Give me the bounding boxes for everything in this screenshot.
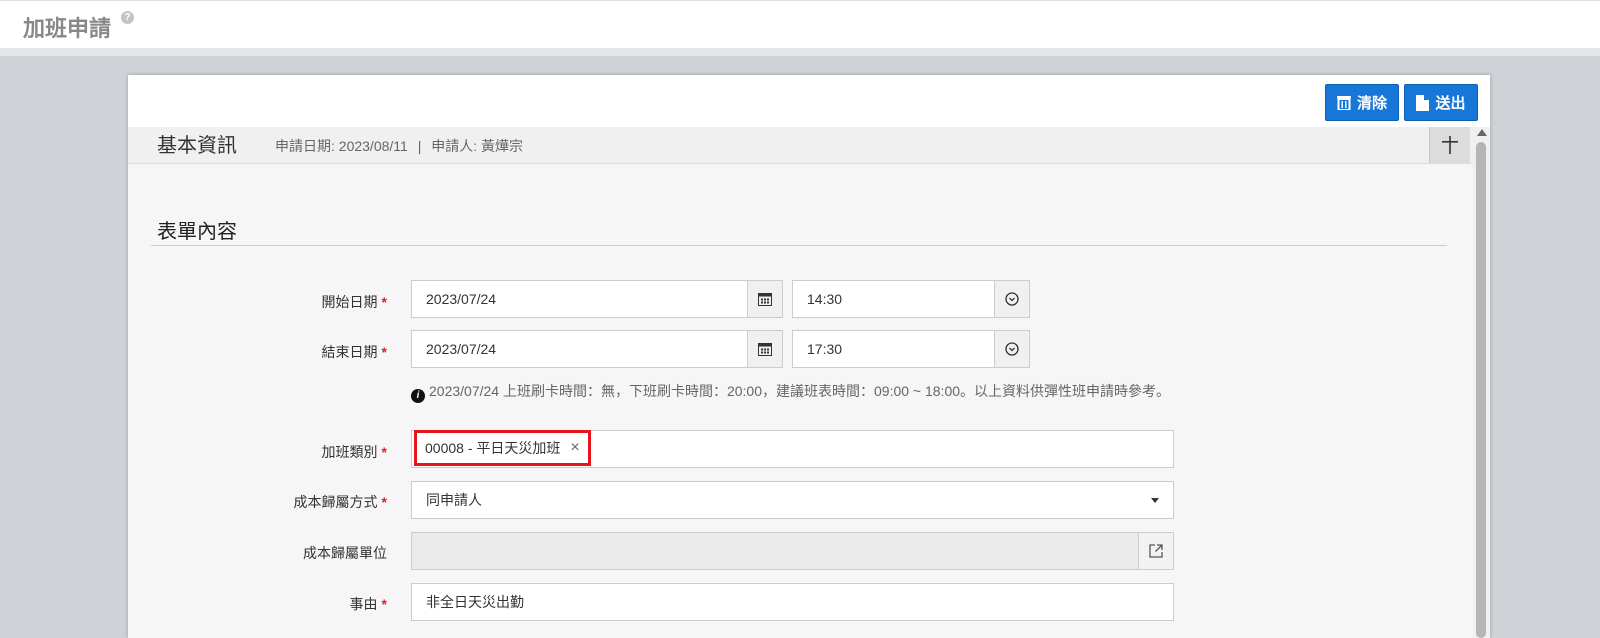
end-time-input[interactable]: 17:30	[792, 330, 1030, 368]
end-time-value: 17:30	[807, 341, 843, 357]
overtime-type-select[interactable]: 00008 - 平日天災加班 ×	[411, 430, 1174, 468]
required-mark: *	[381, 444, 387, 460]
basic-info-meta: 申請日期: 2023/08/11 | 申請人: 黃燁宗	[275, 136, 529, 156]
end-date-input[interactable]: 2023/07/24	[411, 330, 783, 368]
form-content: 基本資訊 申請日期: 2023/08/11 | 申請人: 黃燁宗 表單內容 開始…	[128, 127, 1473, 638]
scroll-up-arrow-icon[interactable]	[1477, 129, 1487, 136]
collapse-toggle-button[interactable]	[1429, 127, 1470, 163]
overtime-type-tag: 00008 - 平日天災加班 ×	[414, 430, 591, 466]
end-date-label: 結束日期 *	[128, 342, 387, 362]
clear-label: 清除	[1356, 95, 1387, 112]
required-mark: *	[381, 596, 387, 612]
start-date-calendar-button[interactable]	[747, 281, 782, 317]
start-date-label: 開始日期 *	[128, 292, 387, 312]
attendance-hint: i 2023/07/24 上班刷卡時間：無，下班刷卡時間：20:00，建議班表時間…	[411, 382, 1181, 403]
chevron-down-icon	[1151, 498, 1159, 503]
scroll-thumb[interactable]	[1476, 142, 1486, 638]
header-shadow	[0, 48, 1600, 56]
basic-info-bar: 基本資訊 申請日期: 2023/08/11 | 申請人: 黃燁宗	[128, 127, 1473, 164]
form-panel: 清除 送出 基本資訊 申請日期: 2023/08/11 | 申請人: 黃燁宗 表…	[128, 75, 1490, 638]
submit-button[interactable]: 送出	[1404, 84, 1478, 121]
info-icon: i	[411, 389, 425, 403]
cost-unit-label: 成本歸屬單位	[128, 543, 387, 563]
reason-value: 非全日天災出勤	[426, 594, 524, 610]
start-date-input[interactable]: 2023/07/24	[411, 280, 783, 318]
basic-info-title: 基本資訊	[157, 135, 237, 157]
start-time-clock-button[interactable]	[994, 281, 1029, 317]
overtime-type-label: 加班類別 *	[128, 442, 387, 462]
help-icon[interactable]: ?	[121, 11, 134, 24]
trash-icon	[1336, 96, 1351, 110]
cost-method-value: 同申請人	[426, 492, 482, 508]
cost-method-label: 成本歸屬方式 *	[128, 492, 387, 512]
overtime-type-value: 00008 - 平日天災加班	[425, 440, 561, 456]
required-mark: *	[381, 344, 387, 360]
reason-label: 事由 *	[128, 594, 387, 614]
overtime-type-label-text: 加班類別	[321, 444, 378, 460]
clear-button[interactable]: 清除	[1325, 84, 1399, 121]
calendar-icon	[758, 293, 772, 306]
collapse-icon	[1442, 136, 1458, 154]
remove-tag-icon[interactable]: ×	[570, 439, 579, 457]
external-link-icon	[1149, 544, 1163, 558]
end-date-calendar-button[interactable]	[747, 331, 782, 367]
end-date-value: 2023/07/24	[426, 341, 497, 357]
cost-unit-input	[411, 532, 1174, 570]
page-title: 加班申請	[23, 16, 112, 41]
start-date-label-text: 開始日期	[321, 294, 378, 310]
reason-input[interactable]: 非全日天災出勤	[411, 583, 1174, 621]
clock-icon	[1005, 292, 1019, 306]
reason-label-text: 事由	[349, 596, 378, 612]
section-divider	[151, 245, 1447, 246]
document-icon	[1416, 94, 1430, 111]
required-mark: *	[381, 294, 387, 310]
top-header: 加班申請 ?	[0, 0, 1600, 49]
section-title: 表單內容	[157, 221, 237, 243]
end-date-label-text: 結束日期	[321, 344, 378, 360]
required-mark: *	[381, 494, 387, 510]
hint-text: 2023/07/24 上班刷卡時間：無，下班刷卡時間：20:00，建議班表時間：…	[429, 383, 1171, 399]
applicant: 申請人: 黃燁宗	[431, 138, 524, 154]
meta-separator: |	[417, 138, 422, 154]
submit-label: 送出	[1435, 95, 1466, 112]
apply-date: 申請日期: 2023/08/11	[275, 138, 408, 154]
clock-icon	[1005, 342, 1019, 356]
start-time-input[interactable]: 14:30	[792, 280, 1030, 318]
cost-unit-label-text: 成本歸屬單位	[303, 545, 387, 561]
start-date-value: 2023/07/24	[426, 291, 497, 307]
cost-method-label-text: 成本歸屬方式	[293, 494, 378, 510]
cost-unit-open-button[interactable]	[1138, 533, 1173, 569]
calendar-icon	[758, 343, 772, 356]
start-time-value: 14:30	[807, 291, 843, 307]
end-time-clock-button[interactable]	[994, 331, 1029, 367]
vertical-scrollbar[interactable]	[1473, 127, 1490, 638]
cost-method-select[interactable]: 同申請人	[411, 481, 1174, 519]
